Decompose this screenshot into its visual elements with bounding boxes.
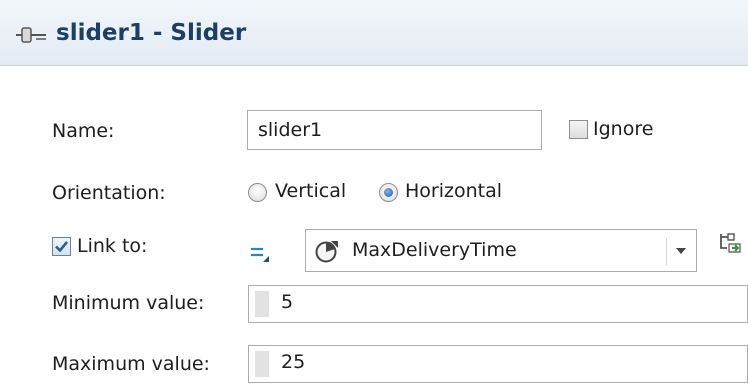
combo-separator: [666, 238, 667, 265]
orientation-horizontal-radio[interactable]: [379, 183, 398, 202]
orientation-vertical-label: Vertical: [275, 180, 347, 202]
field-grip: [255, 351, 269, 377]
chevron-down-icon[interactable]: [676, 248, 686, 254]
orientation-vertical-radio[interactable]: [248, 183, 267, 202]
ignore-checkbox[interactable]: [569, 120, 588, 139]
link-to-select[interactable]: MaxDeliveryTime: [305, 229, 697, 272]
link-to-checkbox[interactable]: [52, 237, 71, 256]
properties-header: slider1 - Slider: [0, 0, 748, 66]
ignore-label: Ignore: [593, 118, 654, 140]
name-label: Name:: [52, 120, 115, 142]
link-to-value: MaxDeliveryTime: [352, 239, 517, 261]
minimum-value: 5: [281, 291, 294, 313]
minimum-value-field[interactable]: 5: [248, 285, 748, 323]
equals-icon[interactable]: [249, 245, 271, 263]
orientation-horizontal-label: Horizontal: [405, 180, 503, 202]
orientation-label: Orientation:: [52, 182, 166, 204]
maximum-value: 25: [281, 351, 306, 373]
check-icon: [55, 241, 69, 253]
create-link-icon[interactable]: [718, 232, 742, 256]
radio-selected-dot: [384, 188, 393, 197]
parameter-icon: [315, 241, 338, 263]
maximum-value-field[interactable]: 25: [248, 345, 748, 383]
page-title: slider1 - Slider: [56, 20, 247, 46]
name-field[interactable]: slider1: [247, 110, 542, 150]
field-grip: [255, 291, 269, 317]
maximum-value-label: Maximum value:: [52, 353, 210, 375]
link-to-label: Link to:: [77, 235, 148, 257]
minimum-value-label: Minimum value:: [52, 292, 205, 314]
slider-icon: [16, 27, 46, 43]
